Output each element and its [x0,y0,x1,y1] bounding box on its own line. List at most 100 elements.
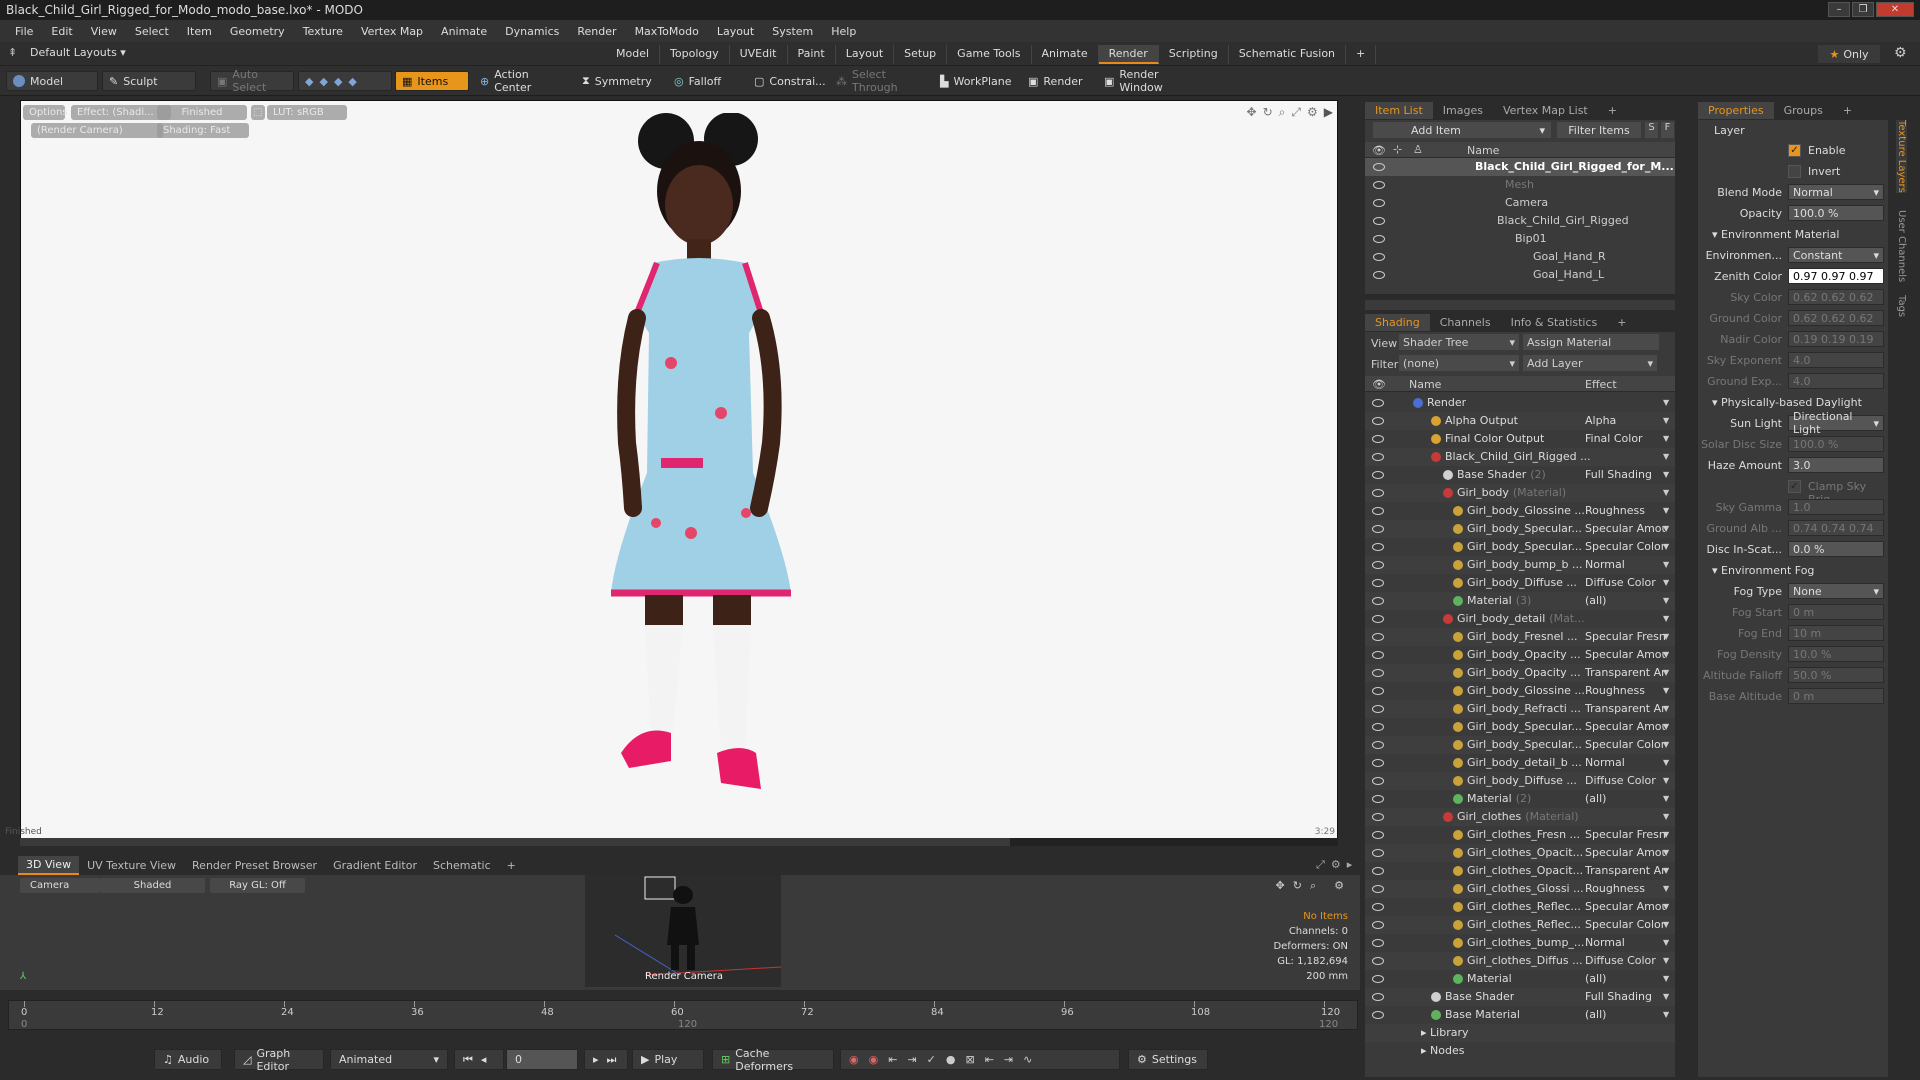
timeline[interactable]: 0 12 24 36 48 60 72 84 96 108 120 0 120 120 [0,990,1360,1042]
shader-tree-row[interactable]: Base Shader (2) Full Shading ▼ [1365,466,1675,484]
visibility-eye-icon[interactable] [1372,417,1384,425]
menu-item-edit[interactable]: Edit [42,25,81,38]
effect-dropdown-icon[interactable]: ▼ [1663,956,1669,965]
shader-tree-row[interactable]: Girl_body_Fresnel ... Specular Fresnel▼ [1365,628,1675,646]
item-list-row[interactable]: Camera [1365,194,1675,212]
visibility-eye-icon[interactable] [1372,759,1384,767]
scrollbar-thumb[interactable] [20,838,1010,846]
property-value[interactable]: 4.0 [1788,373,1884,389]
shader-tree-row[interactable]: Final Color Output Final Color ▼ [1365,430,1675,448]
bottom-tab-3d-view[interactable]: 3D View [18,855,80,875]
shader-tree-row[interactable]: Black_Child_Girl_Rigged ... ▼ [1365,448,1675,466]
visibility-eye-icon[interactable] [1372,993,1384,1001]
menu-item-select[interactable]: Select [126,25,178,38]
shader-item-effect[interactable]: Transparent Am... [1585,864,1665,877]
effect-dropdown-icon[interactable]: ▼ [1663,470,1669,479]
shader-item-effect[interactable]: Specular Amount [1585,720,1665,733]
visibility-eye-icon[interactable] [1373,271,1385,279]
shader-item-effect[interactable]: Roughness [1585,882,1665,895]
audio-button[interactable]: ♫ Audio [154,1049,222,1070]
visibility-eye-icon[interactable] [1372,507,1384,515]
shader-tree-row[interactable]: Girl_clothes_Diffus ... Diffuse Color ▼ [1365,952,1675,970]
shader-tree-row[interactable]: Girl_clothes_Reflec... Specular Color ▼ [1365,916,1675,934]
frame-input[interactable]: 0 [506,1049,578,1070]
checkbox[interactable] [1788,165,1801,178]
effect-dropdown-icon[interactable]: ▼ [1663,974,1669,983]
visibility-eye-icon[interactable] [1372,633,1384,641]
visibility-eye-icon[interactable] [1372,543,1384,551]
property-dropdown[interactable]: Directional Light ▾ [1788,410,1884,436]
layout-tab-setup[interactable]: Setup [894,45,948,64]
effect-dropdown-icon[interactable]: ▼ [1663,542,1669,551]
shader-tree-row[interactable]: Girl_body_Glossine ... Roughness ▼ [1365,682,1675,700]
material-mode-icon[interactable]: ◆ [348,75,356,88]
shader-item-effect[interactable]: Specular Amount [1585,522,1665,535]
bottom-tab-schematic[interactable]: Schematic [425,857,499,874]
menu-item-help[interactable]: Help [822,25,865,38]
visibility-eye-icon[interactable] [1372,399,1384,407]
close-icon[interactable]: ✕ [1876,2,1914,17]
symmetry-button[interactable]: ⧗ Symmetry [576,71,658,91]
select-through-button[interactable]: ⁂ Select Through [830,68,930,94]
shader-item-effect[interactable]: Roughness [1585,684,1665,697]
shader-item-effect[interactable]: Diffuse Color [1585,954,1665,967]
camera-button[interactable]: Camera [20,878,100,893]
layout-tab-animate[interactable]: Animate [1032,45,1099,64]
tab-vertex-map-list[interactable]: Vertex Map List [1493,102,1598,119]
shader-item-effect[interactable]: Specular Fresnel [1585,828,1665,841]
effect-dropdown-icon[interactable]: ▼ [1663,434,1669,443]
visibility-eye-icon[interactable] [1372,813,1384,821]
menu-item-vertex-map[interactable]: Vertex Map [352,25,432,38]
property-value[interactable]: 4.0 [1788,352,1884,368]
shader-item-effect[interactable]: Specular Color [1585,918,1665,931]
visibility-eye-icon[interactable] [1372,705,1384,713]
shader-tree-row[interactable]: Girl_body_Specular...Specular Amount▼ [1365,718,1675,736]
maximize-panel-icon[interactable]: ⤢ [1316,858,1325,872]
menu-item-animate[interactable]: Animate [432,25,496,38]
items-mode-button[interactable]: ▦ Items [395,71,469,91]
assign-material-button[interactable]: Assign Material [1523,334,1659,350]
item-list-scrollbar[interactable] [1365,294,1675,300]
graph-editor-button[interactable]: ◿ Graph Editor [234,1047,324,1073]
shader-tree-row[interactable]: Render ▼ [1365,394,1675,412]
shader-item-effect[interactable]: Normal [1585,936,1665,949]
delete-key-icon[interactable]: ⊠ [965,1053,974,1066]
effect-dropdown-icon[interactable]: ▼ [1663,596,1669,605]
minimize-icon[interactable]: – [1828,2,1850,17]
visibility-eye-icon[interactable] [1372,453,1384,461]
f-button[interactable]: F [1661,122,1674,138]
visibility-eye-icon[interactable] [1372,741,1384,749]
visibility-eye-icon[interactable] [1372,957,1384,965]
edge-mode-icon[interactable]: ◆ [319,75,327,88]
zoom-icon[interactable]: ⌕ [1279,105,1286,120]
tab-[interactable]: + [1833,102,1862,119]
visibility-eye-icon[interactable] [1372,867,1384,875]
menu-item-layout[interactable]: Layout [708,25,763,38]
shader-tree-row[interactable]: Girl_body_Glossine ... Roughness ▼ [1365,502,1675,520]
visibility-eye-icon[interactable] [1372,687,1384,695]
shader-item-effect[interactable]: Alpha [1585,414,1665,427]
shader-tree-row[interactable]: Girl_body_Specular... Specular Color ▼ [1365,736,1675,754]
shader-tree-row[interactable]: Material (2) (all) ▼ [1365,790,1675,808]
layout-tab-add[interactable]: + [1346,45,1377,64]
effect-dropdown-icon[interactable]: ▼ [1663,812,1669,821]
tab-groups[interactable]: Groups [1774,102,1833,119]
play-icon[interactable]: ▶ [1324,105,1333,120]
shader-tree-row[interactable]: Girl_body_Specular... Specular Color ▼ [1365,538,1675,556]
fit-view-icon[interactable]: ⤢ [1291,105,1301,120]
visibility-eye-icon[interactable] [1372,579,1384,587]
shader-tree-row[interactable]: Girl_clothes_Fresn ... Specular Fresnel▼ [1365,826,1675,844]
effect-dropdown-icon[interactable]: ▼ [1663,992,1669,1001]
visibility-eye-icon[interactable] [1372,471,1384,479]
bottom-tab-add[interactable]: + [499,857,524,874]
options-button[interactable]: Options [23,105,68,120]
layout-tab-layout[interactable]: Layout [836,45,895,64]
visibility-eye-icon[interactable] [1372,435,1384,443]
visibility-eye-icon[interactable] [1372,777,1384,785]
item-list-row[interactable]: Black_Child_Girl_Rigged_for_M... [1365,158,1675,176]
gear-icon[interactable]: ⚙ [1894,45,1907,61]
shader-tree-row[interactable]: Girl_clothes_Opacit...Specular Amount▼ [1365,844,1675,862]
menu-item-render[interactable]: Render [568,25,625,38]
play-button[interactable]: ▶ Play [632,1049,704,1070]
shader-tree-row[interactable]: Girl_body_Diffuse ... Diffuse Color ▼ [1365,574,1675,592]
